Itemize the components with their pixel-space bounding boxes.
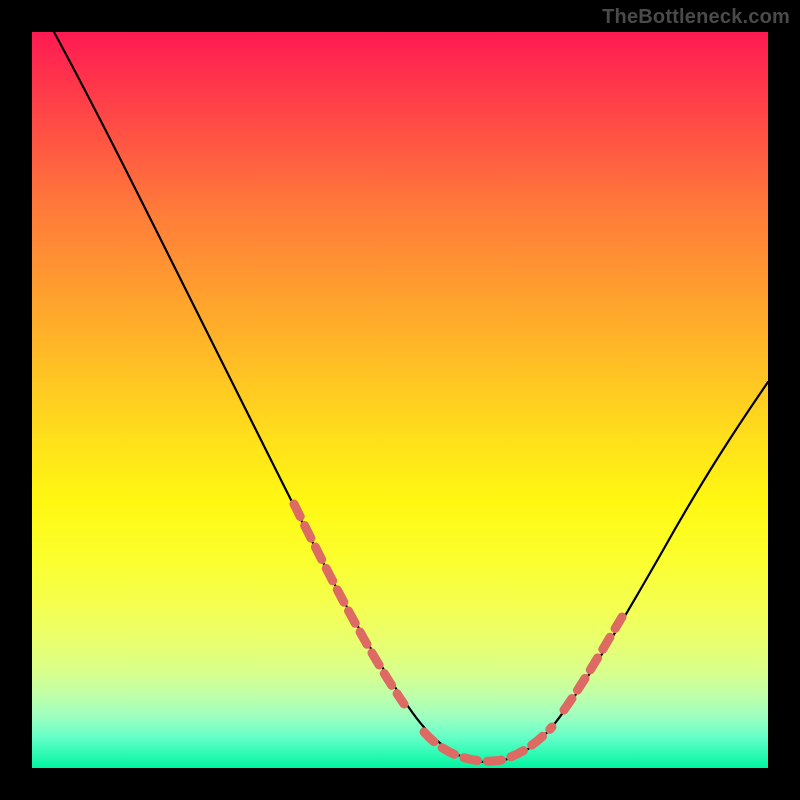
valley-markers [424, 727, 552, 761]
chart-svg [32, 32, 768, 768]
right-ascent-markers [564, 617, 622, 710]
chart-frame: TheBottleneck.com [0, 0, 800, 800]
plot-area [32, 32, 768, 768]
watermark-text: TheBottleneck.com [602, 6, 790, 29]
left-descent-markers [294, 504, 404, 704]
bottleneck-curve [54, 32, 768, 762]
